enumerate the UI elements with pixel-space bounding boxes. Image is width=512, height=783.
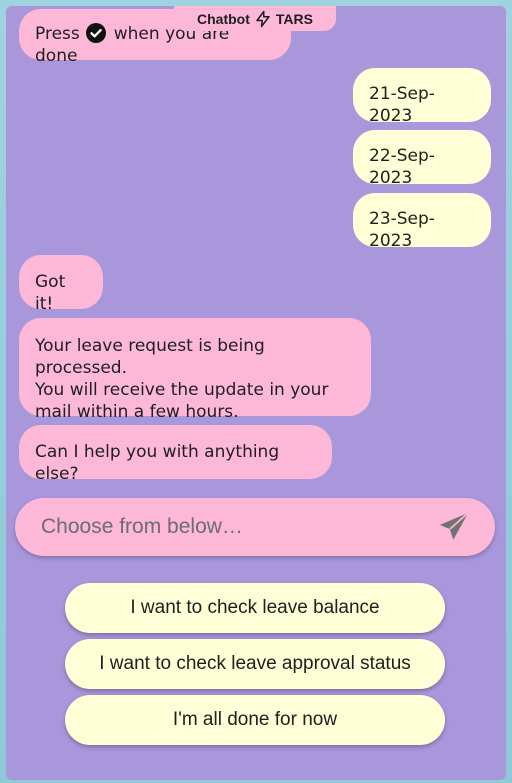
user-message: 21-Sep-2023 [353, 68, 491, 126]
quick-reply-approval-status[interactable]: I want to check leave approval status [65, 639, 445, 689]
quick-reply-leave-balance[interactable]: I want to check leave balance [65, 583, 445, 633]
message-text: Got it! [35, 272, 66, 314]
message-line: You will receive the update in your [35, 380, 329, 400]
chatbot-badge: Chatbot TARS [174, 6, 336, 31]
quick-reply-all-done[interactable]: I'm all done for now [65, 695, 445, 745]
message-text: 22-Sep-2023 [369, 146, 435, 188]
message-text: Press [35, 24, 80, 44]
message-input[interactable] [39, 514, 437, 540]
message-input-bar [15, 498, 495, 556]
bot-message: Your leave request is being processed. Y… [19, 318, 371, 422]
chat-panel: Press when you are done Chatbot TARS 21-S… [6, 6, 506, 780]
message-text: 23-Sep-2023 [369, 209, 435, 251]
user-message: 23-Sep-2023 [353, 193, 491, 251]
message-text: 21-Sep-2023 [369, 84, 435, 126]
badge-label: Chatbot [197, 10, 250, 27]
lightning-bolt-icon [256, 10, 270, 27]
check-circle-icon [85, 23, 106, 43]
message-line: mail within a few hours. [35, 402, 239, 422]
badge-bot-name: TARS [275, 10, 313, 27]
user-message: 22-Sep-2023 [353, 130, 491, 188]
message-text: Can I help you with anything else? [35, 442, 280, 484]
bot-message: Got it! [19, 255, 103, 314]
send-icon[interactable] [437, 510, 471, 544]
message-line: Your leave request is being processed. [35, 336, 265, 378]
bot-message: Can I help you with anything else? [19, 425, 332, 484]
